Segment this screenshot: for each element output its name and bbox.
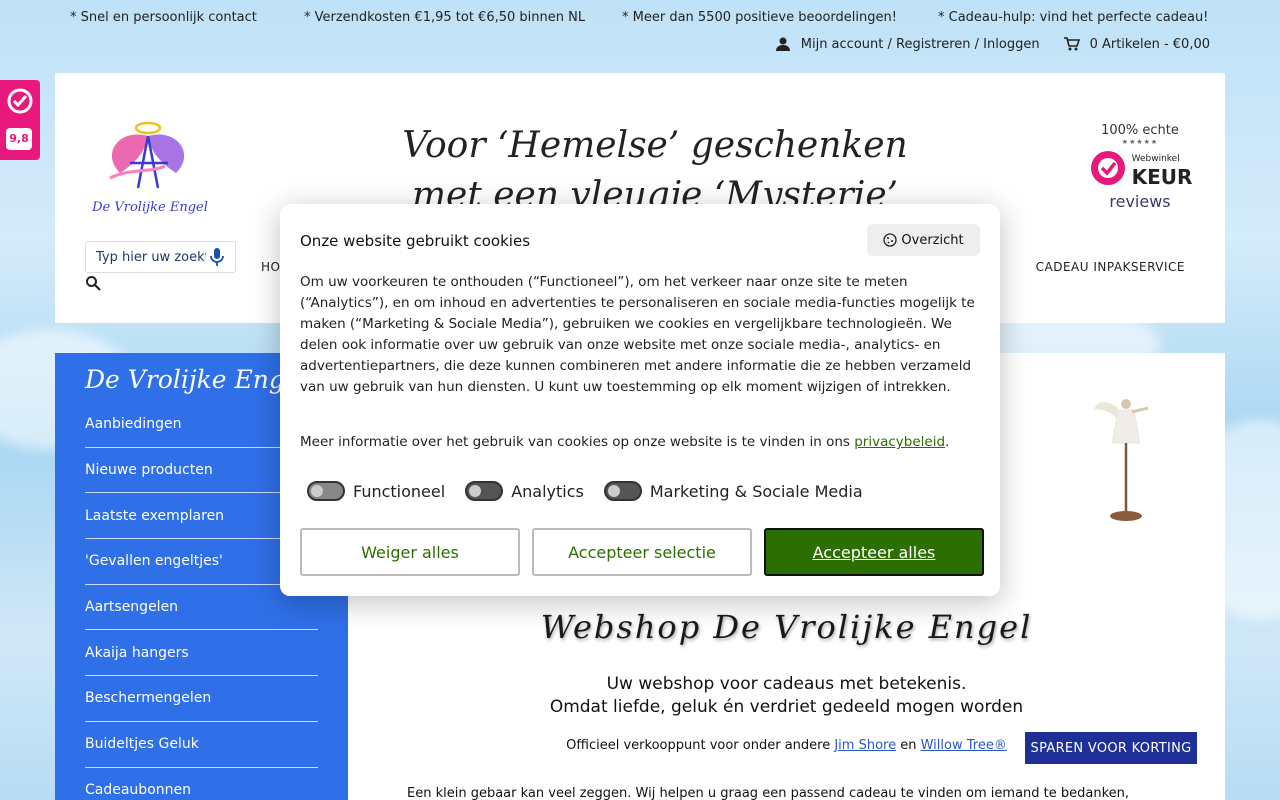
usp-gift-help: * Cadeau-hulp: vind het perfecte cadeau! xyxy=(938,10,1209,25)
toggle-analytics-switch[interactable] xyxy=(465,481,504,501)
cookie-description: Om uw voorkeuren te onthouden (“Function… xyxy=(300,274,975,395)
keur-keur: KEUR xyxy=(1131,165,1193,189)
usp-reviews: * Meer dan 5500 positieve beoordelingen! xyxy=(622,10,897,25)
subtitle-line-1: Uw webshop voor cadeaus met betekenis. xyxy=(606,674,967,694)
account-links[interactable]: Mijn account / Registreren / Inloggen xyxy=(801,37,1040,52)
official-en: en xyxy=(896,738,921,753)
reject-all-button[interactable]: Weiger alles xyxy=(300,528,520,576)
subtitle-line-2: Omdat liefde, geluk én verdriet gedeeld … xyxy=(549,697,1024,717)
accept-all-button[interactable]: Accepteer alles xyxy=(764,528,984,576)
usp-contact: * Snel en persoonlijk contact xyxy=(70,10,257,25)
accept-selection-button[interactable]: Accepteer selectie xyxy=(532,528,752,576)
cookie-more-info: Meer informatie over het gebruik van coo… xyxy=(300,434,949,450)
keur-logo: Webwinkel KEUR xyxy=(1085,148,1195,188)
toggle-marketing[interactable]: Marketing & Sociale Media xyxy=(603,481,863,501)
toggle-functioneel[interactable]: Functioneel xyxy=(307,481,445,501)
usp-bar: * Snel en persoonlijk contact * Verzendk… xyxy=(0,10,1280,28)
search-box xyxy=(85,241,236,273)
nav-item-gift-wrap[interactable]: CADEAU INPAKSERVICE xyxy=(1036,260,1185,274)
keur-stars: ★★★★★ xyxy=(1121,138,1159,146)
save-for-discount-button[interactable]: SPAREN VOOR KORTING xyxy=(1023,730,1199,766)
toggle-marketing-label: Marketing & Sociale Media xyxy=(649,481,863,501)
jim-shore-link[interactable]: Jim Shore xyxy=(834,738,896,753)
toggle-analytics-label: Analytics xyxy=(511,481,584,501)
kiyoh-score: 9,8 xyxy=(6,128,32,150)
sidebar-item-cadeaubonnen[interactable]: Cadeaubonnen xyxy=(85,768,318,800)
cart-icon[interactable] xyxy=(1063,36,1080,52)
webwinkelkeur-badge[interactable]: 100% echte ★★★★★ Webwinkel KEUR reviews xyxy=(1085,123,1195,211)
kiyoh-rating-widget[interactable]: 9,8 xyxy=(0,80,40,160)
official-prefix: Officieel verkooppunt voor onder andere xyxy=(566,738,835,753)
logo-text: De Vrolijke Engel xyxy=(91,200,208,215)
keur-wordmark: Webwinkel KEUR xyxy=(1131,150,1193,189)
microphone-icon[interactable] xyxy=(210,247,224,267)
search-icon[interactable] xyxy=(85,275,101,291)
sidebar-item-beschermengelen[interactable]: Beschermengelen xyxy=(85,676,318,722)
toggle-functioneel-label: Functioneel xyxy=(353,481,446,501)
willow-tree-link[interactable]: Willow Tree® xyxy=(921,738,1007,753)
keur-check-icon xyxy=(1090,151,1125,185)
usp-shipping: * Verzendkosten €1,95 tot €6,50 binnen N… xyxy=(304,10,586,25)
shop-title: Webshop De Vrolijke Engel xyxy=(540,608,1033,646)
privacy-policy-link[interactable]: privacybeleid xyxy=(854,434,945,450)
toggle-marketing-switch[interactable] xyxy=(603,481,642,501)
keur-echte-label: 100% echte xyxy=(1101,123,1179,138)
cookie-icon xyxy=(883,233,898,247)
toggle-functioneel-switch[interactable] xyxy=(307,481,345,501)
sidebar-item-buideltjes-geluk[interactable]: Buideltjes Geluk xyxy=(85,722,318,768)
cookie-dialog-title: Onze website gebruikt cookies xyxy=(300,232,531,250)
toggle-analytics[interactable]: Analytics xyxy=(465,481,584,501)
user-icon xyxy=(775,37,790,51)
cookie-consent-dialog: Onze website gebruikt cookies Overzicht … xyxy=(280,204,1000,596)
site-logo[interactable]: De Vrolijke Engel xyxy=(90,118,210,218)
cookie-overview-label: Overzicht xyxy=(901,232,964,248)
cookie-more-prefix: Meer informatie over het gebruik van coo… xyxy=(300,434,855,450)
search-input[interactable] xyxy=(96,249,206,265)
keur-reviews-label: reviews xyxy=(1109,192,1171,211)
cookie-buttons: Weiger alles Accepteer selectie Acceptee… xyxy=(300,528,984,576)
intro-paragraph: Een klein gebaar kan veel zeggen. Wij he… xyxy=(407,786,1130,800)
account-bar: Mijn account / Registreren / Inloggen 0 … xyxy=(775,36,1210,52)
shop-subtitle: Uw webshop voor cadeaus met betekenis. O… xyxy=(348,673,1225,719)
cookie-overview-button[interactable]: Overzicht xyxy=(867,224,980,256)
tagline-line-1: Voor ‘Hemelse’ geschenken xyxy=(402,125,908,166)
kiyoh-logo-icon xyxy=(7,88,33,114)
cart-summary[interactable]: 0 Artikelen - €0,00 xyxy=(1090,37,1210,52)
cookie-more-suffix: . xyxy=(945,434,950,450)
cookie-toggles: Functioneel Analytics Marketing & Social… xyxy=(307,481,863,501)
angel-figurine-image[interactable] xyxy=(1088,388,1158,528)
nav-item-home[interactable]: HO xyxy=(261,260,280,274)
sidebar-item-akaija-hangers[interactable]: Akaija hangers xyxy=(85,630,318,677)
